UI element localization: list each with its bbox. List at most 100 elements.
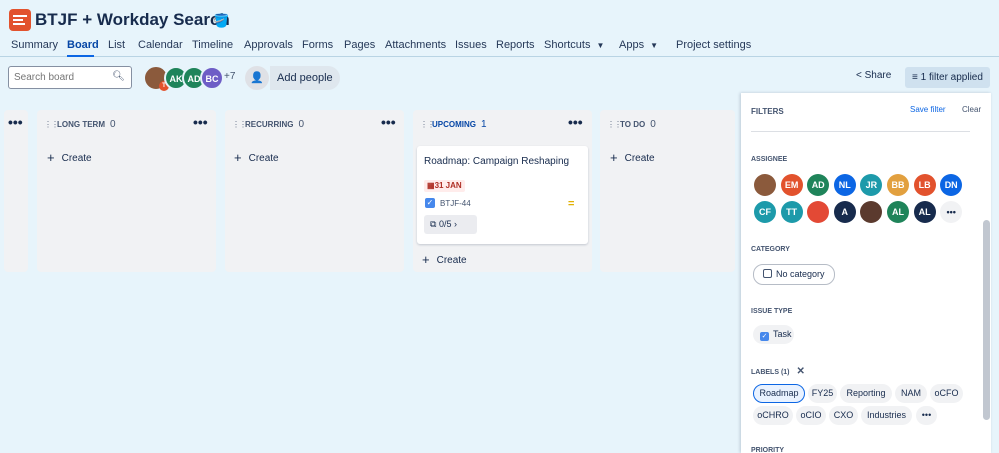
label-chip[interactable]: oCFO — [930, 384, 963, 403]
drag-handle-icon[interactable]: ⋮⋮ — [607, 120, 622, 130]
search-box[interactable]: 🔍︎ — [8, 66, 132, 89]
tab-summary[interactable]: Summary — [11, 38, 58, 52]
column-more-icon[interactable]: ••• — [568, 114, 583, 130]
plus-icon: + — [610, 150, 618, 165]
project-logo-icon[interactable] — [9, 9, 31, 31]
tab-forms[interactable]: Forms — [302, 38, 333, 52]
column-header: LONG TERM 0 — [57, 120, 116, 130]
label-chip[interactable]: Reporting — [840, 384, 892, 403]
checkbox-icon — [763, 269, 772, 278]
label-chip[interactable]: oCIO — [796, 406, 826, 425]
plus-icon: + — [234, 150, 242, 165]
save-filter-button[interactable]: Save filter — [910, 105, 946, 114]
label-chip[interactable]: oCHRO — [753, 406, 793, 425]
board-column-recurring: ⋮⋮ RECURRING 0 ••• + Create — [225, 110, 404, 272]
assignee-avatar[interactable] — [860, 201, 883, 223]
filter-icon: ≡ — [912, 72, 921, 83]
plus-icon: + — [422, 252, 430, 267]
search-icon: 🔍︎ — [112, 71, 125, 82]
drag-handle-icon[interactable]: ⋮⋮ — [44, 120, 59, 130]
divider — [751, 131, 970, 132]
tab-shortcuts[interactable]: Shortcuts ▼ — [544, 38, 604, 53]
active-tab-indicator — [67, 55, 94, 57]
column-name: UPCOMING — [432, 120, 476, 129]
due-date: 31 JAN — [434, 181, 462, 190]
create-button[interactable]: + Create — [610, 150, 655, 165]
column-more-icon[interactable]: ••• — [193, 114, 208, 130]
plus-icon: + — [47, 150, 55, 165]
create-label: Create — [436, 255, 467, 266]
create-button[interactable]: + Create — [422, 252, 467, 267]
tab-approvals[interactable]: Approvals — [244, 38, 293, 52]
column-count: 1 — [481, 119, 487, 130]
more-labels-icon[interactable]: ••• — [916, 406, 937, 425]
label-chip-roadmap[interactable]: Roadmap — [753, 384, 805, 403]
labels-section-label: LABELS (1) ✕ — [751, 366, 805, 377]
assignee-avatar[interactable]: TT — [780, 201, 803, 223]
chevron-down-icon: ▼ — [650, 41, 658, 50]
label-chip[interactable]: FY25 — [808, 384, 837, 403]
assignee-avatar[interactable]: AD — [807, 174, 830, 196]
assignee-avatar[interactable]: BB — [887, 174, 909, 196]
assignee-avatar[interactable]: JR — [860, 174, 883, 196]
create-label: Create — [248, 153, 279, 164]
label-chip[interactable]: Industries — [861, 406, 912, 425]
assignee-avatar[interactable]: AL — [887, 201, 909, 223]
assignee-avatar[interactable]: AL — [913, 201, 936, 223]
calendar-icon: ▦ — [427, 181, 435, 190]
panel-scrollbar[interactable] — [983, 220, 990, 420]
avatar[interactable]: BC — [200, 66, 224, 90]
tab-reports[interactable]: Reports — [496, 38, 535, 52]
add-people-button[interactable]: Add people — [270, 66, 340, 90]
more-assignees-icon[interactable]: ••• — [940, 201, 963, 223]
tab-pages[interactable]: Pages — [344, 38, 375, 52]
subtask-toggle[interactable]: ⧉ 0/5 › — [424, 215, 477, 234]
tab-shortcuts-label: Shortcuts — [544, 39, 591, 51]
share-button[interactable]: < Share — [856, 70, 891, 81]
tab-attachments[interactable]: Attachments — [385, 38, 446, 52]
assignee-avatar[interactable]: EM — [780, 174, 803, 196]
subtask-count: 0/5 — [438, 219, 452, 229]
tab-board[interactable]: Board — [67, 38, 99, 52]
column-more-icon[interactable]: ••• — [381, 114, 396, 130]
drag-handle-icon[interactable]: ⋮⋮ — [232, 120, 247, 130]
assignee-avatar[interactable]: DN — [940, 174, 963, 196]
label-chip[interactable]: NAM — [895, 384, 927, 403]
issue-type-option[interactable]: ✓ Task — [753, 325, 794, 344]
task-type-icon: ✓ — [425, 198, 435, 208]
filters-title: FILTERS — [751, 107, 784, 116]
more-avatars-count[interactable]: +7 — [224, 71, 235, 82]
search-input[interactable] — [9, 67, 109, 88]
tab-timeline[interactable]: Timeline — [192, 38, 233, 52]
issue-card[interactable]: Roadmap: Campaign Reshaping ▦31 JAN ✓ BT… — [417, 146, 588, 244]
filter-button[interactable]: ≡ 1 filter applied — [905, 67, 990, 88]
tab-list[interactable]: List — [108, 38, 125, 52]
project-title: BTJF + Workday Search — [35, 10, 230, 29]
assignee-avatar[interactable]: LB — [913, 174, 936, 196]
category-option[interactable]: No category — [753, 264, 835, 285]
add-person-icon[interactable]: 👤 — [245, 66, 269, 90]
assignee-avatar[interactable] — [754, 174, 776, 196]
tab-apps[interactable]: Apps ▼ — [619, 38, 658, 53]
assignee-avatar[interactable]: CF — [754, 201, 776, 223]
assignee-avatar[interactable]: A — [833, 201, 856, 223]
filter-label: 1 filter applied — [920, 72, 983, 83]
clear-filter-button[interactable]: Clear — [962, 105, 981, 114]
tab-calendar[interactable]: Calendar — [138, 38, 183, 52]
column-header: TO DO 0 — [620, 120, 656, 130]
assignee-avatar[interactable] — [807, 201, 830, 223]
tab-issues[interactable]: Issues — [455, 38, 487, 52]
clear-labels-icon[interactable]: ✕ — [797, 366, 805, 377]
label-chip[interactable]: CXO — [829, 406, 858, 425]
category-section-label: CATEGORY — [751, 246, 790, 253]
share-icon: < — [856, 70, 865, 81]
create-button[interactable]: + Create — [47, 150, 92, 165]
column-count: 0 — [650, 119, 656, 130]
assignee-avatar[interactable]: NL — [833, 174, 856, 196]
create-button[interactable]: + Create — [234, 150, 279, 165]
tab-project-settings[interactable]: Project settings — [676, 38, 751, 52]
paint-bucket-icon[interactable]: 🪣 — [213, 13, 229, 29]
category-option-label: No category — [776, 269, 825, 279]
column-more-icon[interactable]: ••• — [8, 114, 23, 130]
issue-key[interactable]: BTJF-44 — [440, 199, 471, 208]
